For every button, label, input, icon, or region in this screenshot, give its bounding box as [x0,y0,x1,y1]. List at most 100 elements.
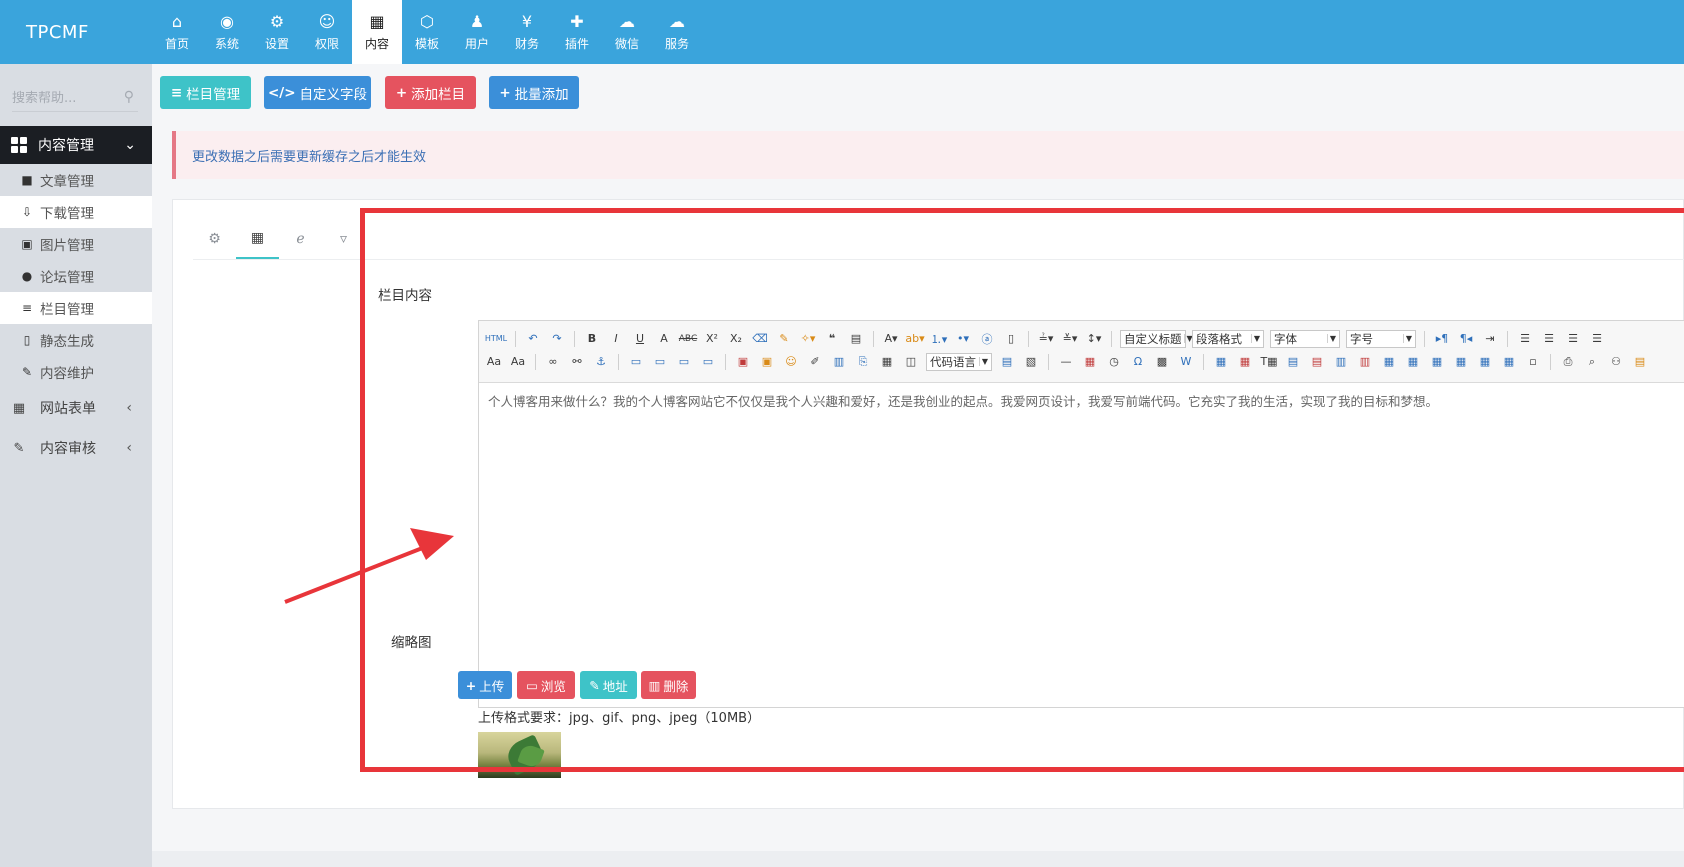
delete-button[interactable]: ▥ 删除 [641,671,696,699]
attachment-icon[interactable]: ⎘ [854,353,872,371]
image-center-icon[interactable]: ▭ [699,353,717,371]
sidebar-group-review[interactable]: ✎ 内容审核 ‹ [0,428,152,468]
align-center-icon[interactable]: ☰ [1540,330,1558,348]
sidebar-section-content-manage[interactable]: 内容管理 ⌄ [0,126,152,164]
blockquote-icon[interactable]: ❝ [823,330,841,348]
align-justify-icon[interactable]: ☰ [1588,330,1606,348]
indent-icon[interactable]: ⇥ [1481,330,1499,348]
multi-image-icon[interactable]: ▣ [758,353,776,371]
sidebar-group-forms[interactable]: ▦ 网站表单 ‹ [0,388,152,428]
search-icon[interactable]: ⚲ [124,89,134,105]
insert-row-icon[interactable]: ▤ [1284,353,1302,371]
nav-users[interactable]: ♟ 用户 [452,0,502,64]
add-column-button[interactable]: + 添加栏目 [385,76,476,109]
align-right-icon[interactable]: ☰ [1564,330,1582,348]
drafts-icon[interactable]: ▤ [1631,353,1649,371]
sidebar-item-articles[interactable]: ■ 文章管理 [0,164,152,196]
split-cols-icon[interactable]: ▦ [1500,353,1518,371]
unlink-icon[interactable]: ⚯ [568,353,586,371]
underline-icon[interactable]: U [631,330,649,348]
date-icon[interactable]: ▦ [1081,353,1099,371]
sidebar-item-images[interactable]: ▣ 图片管理 [0,228,152,260]
template-icon[interactable]: ▤ [998,353,1016,371]
sidebar-item-static[interactable]: ▯ 静态生成 [0,324,152,356]
format-match-icon[interactable]: ✎ [775,330,793,348]
rtl-icon[interactable]: ¶◂ [1457,330,1475,348]
nav-service[interactable]: ☁ 服务 [652,0,702,64]
insert-table-icon[interactable]: ▦ [1212,353,1230,371]
row-spacing-bottom-icon[interactable]: ≚▾ [1061,330,1079,348]
nav-plugins[interactable]: ✚ 插件 [552,0,602,64]
forecolor-icon[interactable]: A▾ [882,330,900,348]
anchor-icon[interactable]: ⚓ [592,353,610,371]
chart-icon[interactable]: ▫ [1524,353,1542,371]
unordered-list-icon[interactable]: •▾ [954,330,972,348]
uppercase-icon[interactable]: Aa [485,353,503,371]
split-cells-icon[interactable]: ▦ [1452,353,1470,371]
subscript-icon[interactable]: X₂ [727,330,745,348]
delete-table-icon[interactable]: ▦ [1236,353,1254,371]
link-icon[interactable]: ∞ [544,353,562,371]
italic-icon[interactable]: I [607,330,625,348]
sidebar-item-columns[interactable]: ≡ 栏目管理 [0,292,152,324]
upload-button[interactable]: + 上传 [458,671,512,699]
delete-row-icon[interactable]: ▤ [1308,353,1326,371]
custom-field-button[interactable]: </> 自定义字段 [264,76,371,109]
insert-image-icon[interactable]: ▣ [734,353,752,371]
eraser-icon[interactable]: ⌫ [751,330,769,348]
address-button[interactable]: ✎ 地址 [580,671,637,699]
nav-wechat[interactable]: ☁ 微信 [602,0,652,64]
nav-permissions[interactable]: ☺ 权限 [302,0,352,64]
backcolor-icon[interactable]: ab▾ [905,330,924,348]
nav-templates[interactable]: ⬡ 模板 [402,0,452,64]
align-left-icon[interactable]: ☰ [1516,330,1534,348]
insert-frame-icon[interactable]: ◫ [902,353,920,371]
time-icon[interactable]: ◷ [1105,353,1123,371]
font-border-icon[interactable]: A [655,330,673,348]
sidebar-item-forum[interactable]: ● 论坛管理 [0,260,152,292]
print-icon[interactable]: ⎙ [1559,353,1577,371]
redo-icon[interactable]: ↷ [548,330,566,348]
merge-right-icon[interactable]: ▦ [1404,353,1422,371]
rich-text-editor[interactable]: HTML ↶ ↷ B I U A ABC X² X₂ ⌫ ✎ ✧▾ ❝ ▤ A▾… [478,320,1684,708]
preview-icon[interactable]: ⌕ [1583,353,1601,371]
map-icon[interactable]: ▦ [878,353,896,371]
app-logo[interactable]: TPCMF [0,0,152,64]
emotion-icon[interactable]: ☺ [782,353,800,371]
select-all-icon[interactable]: ⓐ [978,330,996,348]
image-right-icon[interactable]: ▭ [675,353,693,371]
horizontal-rule-icon[interactable]: — [1057,353,1075,371]
nav-content[interactable]: ▦ 内容 [352,0,402,64]
clear-doc-icon[interactable]: ▯ [1002,330,1020,348]
auto-typeset-icon[interactable]: ✧▾ [799,330,817,348]
sidebar-search[interactable]: 搜索帮助... ⚲ [12,82,138,112]
search-replace-icon[interactable]: ⚇ [1607,353,1625,371]
ltr-icon[interactable]: ▸¶ [1433,330,1451,348]
nav-system[interactable]: ◉ 系统 [202,0,252,64]
column-manage-button[interactable]: ≡ 栏目管理 [160,76,251,109]
insert-video-icon[interactable]: ▥ [830,353,848,371]
merge-cells-icon[interactable]: ▦ [1380,353,1398,371]
paragraph-select[interactable]: 段落格式 ▼ [1192,329,1264,348]
nav-finance[interactable]: ¥ 财务 [502,0,552,64]
image-none-icon[interactable]: ▭ [627,353,645,371]
insert-col-icon[interactable]: ▥ [1332,353,1350,371]
superscript-icon[interactable]: X² [703,330,721,348]
row-spacing-top-icon[interactable]: ≟▾ [1037,330,1055,348]
lowercase-icon[interactable]: Aa [509,353,527,371]
word-icon[interactable]: W [1177,353,1195,371]
image-left-icon[interactable]: ▭ [651,353,669,371]
tab-seo[interactable]: ℯ [279,218,322,260]
line-height-icon[interactable]: ↕▾ [1085,330,1103,348]
split-rows-icon[interactable]: ▦ [1476,353,1494,371]
delete-col-icon[interactable]: ▥ [1356,353,1374,371]
editor-body[interactable]: 个人博客用来做什么？我的个人博客网站它不仅仅是我个人兴趣和爱好，还是我创业的起点… [479,383,1684,418]
font-family-select[interactable]: 字体 ▼ [1270,329,1340,348]
strikethrough-icon[interactable]: ABC [679,330,697,348]
search-input[interactable]: 搜索帮助... [12,87,76,106]
undo-icon[interactable]: ↶ [524,330,542,348]
custom-title-select[interactable]: 自定义标题 ▼ [1120,329,1193,348]
tab-template[interactable]: ▿ [322,218,365,260]
background-icon[interactable]: ▧ [1022,353,1040,371]
sidebar-item-downloads[interactable]: ⇩ 下载管理 [0,196,152,228]
